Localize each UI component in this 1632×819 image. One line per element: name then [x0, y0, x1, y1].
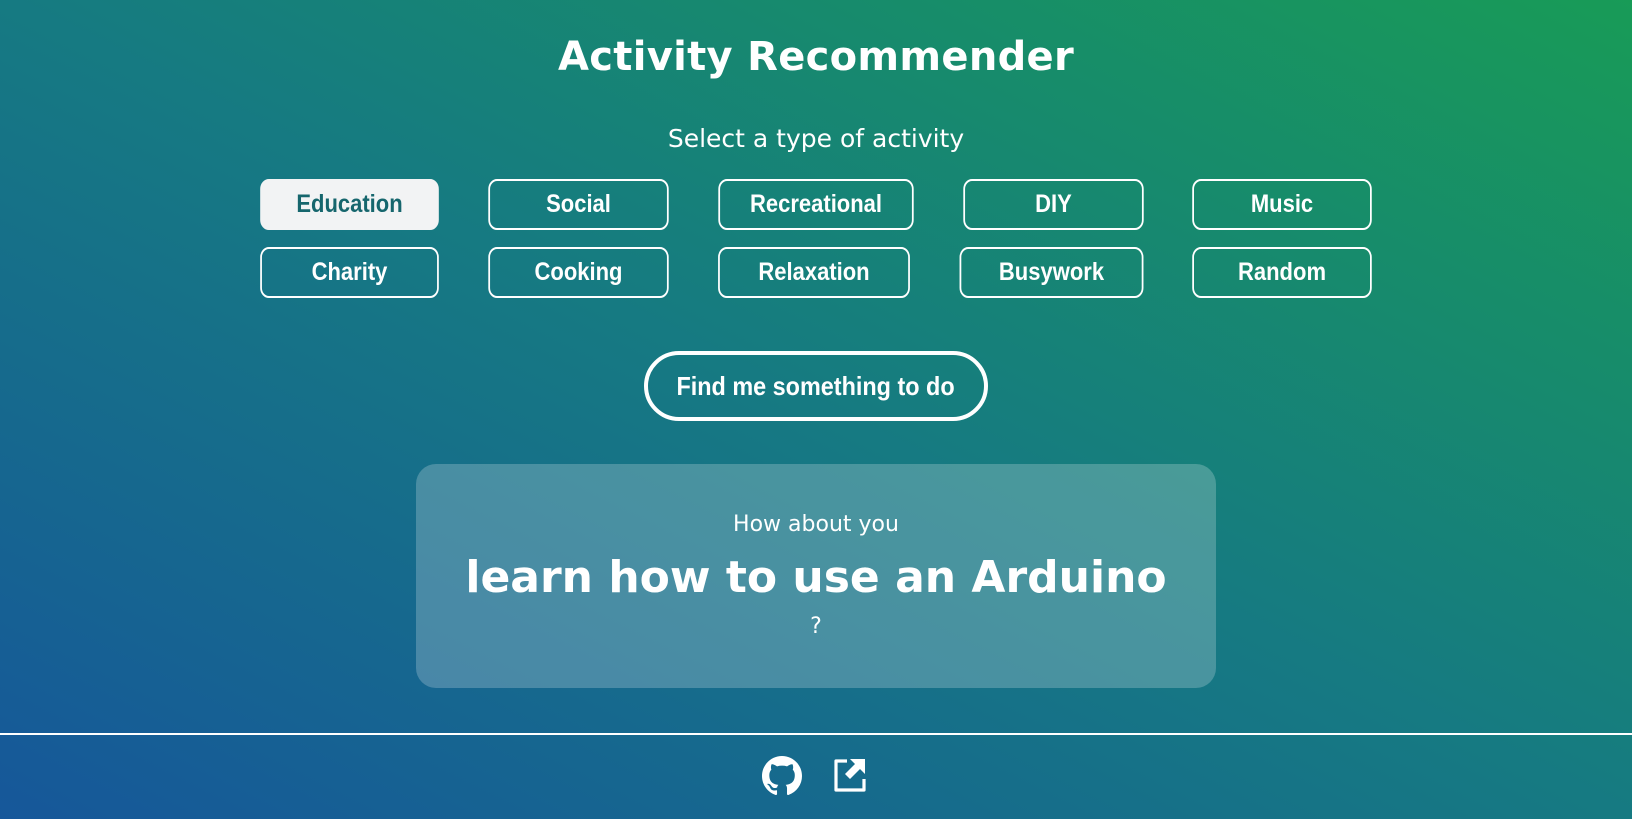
find-activity-button[interactable]: Find me something to do — [644, 351, 988, 421]
subtitle: Select a type of activity — [667, 124, 965, 153]
result-activity-text: learn how to use an Arduino — [465, 552, 1167, 603]
type-button-music[interactable]: Music — [1192, 179, 1372, 230]
external-link-icon[interactable] — [833, 757, 867, 793]
type-button-diy[interactable]: DIY — [963, 179, 1144, 230]
type-button-social[interactable]: Social — [488, 179, 669, 230]
result-tail-text: ? — [810, 614, 822, 639]
type-button-recreational[interactable]: Recreational — [718, 179, 914, 230]
footer-divider — [0, 733, 1632, 735]
result-lead-text: How about you — [733, 512, 899, 537]
page-title: Activity Recommender — [558, 34, 1074, 80]
github-icon[interactable] — [762, 756, 802, 796]
type-button-education[interactable]: Education — [260, 179, 439, 230]
type-button-busywork[interactable]: Busywork — [959, 247, 1144, 298]
type-button-relaxation[interactable]: Relaxation — [718, 247, 910, 298]
type-button-charity[interactable]: Charity — [260, 247, 439, 298]
find-activity-button-label: Find me something to do — [676, 370, 956, 401]
result-card: How about you learn how to use an Arduin… — [416, 464, 1216, 688]
type-button-cooking[interactable]: Cooking — [488, 247, 669, 298]
type-button-random[interactable]: Random — [1192, 247, 1372, 298]
